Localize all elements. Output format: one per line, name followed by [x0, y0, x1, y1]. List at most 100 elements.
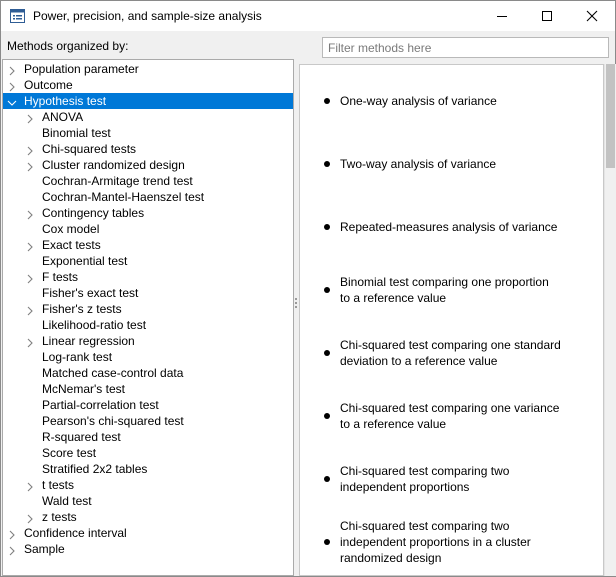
tree-item[interactable]: Likelihood-ratio test — [3, 317, 293, 333]
tree-category[interactable]: Sample — [3, 541, 293, 557]
tree-item-label: Binomial test — [42, 126, 111, 140]
method-label: Chi-squared test comparing two independen… — [340, 463, 572, 495]
tree-expander[interactable] — [25, 304, 35, 316]
tree-expander[interactable] — [25, 208, 35, 220]
tree-item[interactable]: z tests — [3, 509, 293, 525]
maximize-button[interactable] — [524, 1, 569, 31]
tree-item-label: F tests — [42, 270, 79, 284]
splitter-grip-dot — [295, 298, 297, 300]
minimize-button[interactable] — [479, 1, 524, 31]
chevron-right-icon — [27, 514, 33, 524]
tree-item[interactable]: Partial-correlation test — [3, 397, 293, 413]
method-label-line: Chi-squared test comparing two — [340, 519, 510, 533]
tree-expander[interactable] — [25, 160, 35, 172]
chevron-right-icon — [27, 242, 33, 252]
bullet-icon — [324, 98, 330, 104]
tree-item[interactable]: Cluster randomized design — [3, 157, 293, 173]
method-label-line: randomized design — [340, 551, 442, 565]
tree-item[interactable]: Contingency tables — [3, 205, 293, 221]
chevron-right-icon — [27, 274, 33, 284]
methods-organized-label: Methods organized by: — [7, 39, 129, 53]
method-label: Chi-squared test comparing one variance t… — [340, 400, 572, 432]
tree-expander[interactable] — [25, 480, 35, 492]
tree-expander[interactable] — [25, 240, 35, 252]
tree-item-label: McNemar's test — [42, 382, 125, 396]
tree-item[interactable]: Wald test — [3, 493, 293, 509]
tree-item[interactable]: Log-rank test — [3, 349, 293, 365]
bullet-icon — [324, 224, 330, 230]
tree-item[interactable]: ANOVA — [3, 109, 293, 125]
tree-expander[interactable] — [25, 144, 35, 156]
method-label-line: Repeated-measures analysis of variance — [340, 220, 558, 234]
chevron-right-icon — [27, 146, 33, 156]
method-list-item[interactable]: Chi-squared test comparing two independen… — [300, 463, 600, 495]
tree-item-label: Partial-correlation test — [42, 398, 159, 412]
tree-expander[interactable] — [25, 272, 35, 284]
tree-item[interactable]: Cox model — [3, 221, 293, 237]
tree-expander[interactable] — [7, 80, 17, 92]
tree-item-label: Hypothesis test — [24, 94, 107, 108]
method-list-item[interactable]: One-way analysis of variance — [300, 93, 600, 109]
tree-item-label: ANOVA — [42, 110, 84, 124]
method-list-item[interactable]: Chi-squared test comparing one variance t… — [300, 400, 600, 432]
tree-category[interactable]: Outcome — [3, 77, 293, 93]
bullet-icon — [324, 161, 330, 167]
tree-expander[interactable] — [25, 336, 35, 348]
title-bar[interactable]: Power, precision, and sample-size analys… — [1, 1, 615, 31]
chevron-right-icon — [9, 82, 15, 92]
tree-item[interactable]: Fisher's exact test — [3, 285, 293, 301]
tree-item-label: Outcome — [24, 78, 73, 92]
tree-item-label: z tests — [42, 510, 77, 524]
tree-category[interactable]: Hypothesis test — [3, 93, 293, 109]
tree-item[interactable]: Chi-squared tests — [3, 141, 293, 157]
method-label-line: Two-way analysis of variance — [340, 157, 497, 171]
tree-item[interactable]: Linear regression — [3, 333, 293, 349]
chevron-right-icon — [27, 338, 33, 348]
tree-expander[interactable] — [7, 96, 17, 106]
filter-methods-input[interactable] — [322, 37, 609, 58]
tree-item[interactable]: Matched case-control data — [3, 365, 293, 381]
method-list-item[interactable]: Chi-squared test comparing two independen… — [300, 518, 600, 566]
tree-item[interactable]: Cochran-Mantel-Haenszel test — [3, 189, 293, 205]
tree-category[interactable]: Confidence interval — [3, 525, 293, 541]
chevron-right-icon — [9, 66, 15, 76]
method-list-item[interactable]: Chi-squared test comparing one standard d… — [300, 337, 600, 369]
tree-item[interactable]: t tests — [3, 477, 293, 493]
method-label-line: Chi-squared test comparing one standard — [340, 338, 561, 352]
splitter-grip-dot — [295, 302, 297, 304]
bullet-icon — [324, 476, 330, 482]
method-label: Chi-squared test comparing two independen… — [340, 518, 572, 566]
method-list-item[interactable]: Binomial test comparing one proportion to… — [300, 274, 600, 306]
tree-item-label: Cochran-Armitage trend test — [42, 174, 193, 188]
tree-category[interactable]: Population parameter — [3, 61, 293, 77]
methods-list-panel: One-way analysis of variance Two-way anal… — [299, 64, 604, 576]
method-label-line: Chi-squared test comparing two — [340, 464, 510, 478]
tree-item[interactable]: Fisher's z tests — [3, 301, 293, 317]
tree-item[interactable]: Stratified 2x2 tables — [3, 461, 293, 477]
tree-item[interactable]: McNemar's test — [3, 381, 293, 397]
method-label-line: independent proportions — [340, 480, 470, 494]
tree-item-label: Stratified 2x2 tables — [42, 462, 148, 476]
tree-expander[interactable] — [7, 64, 17, 76]
tree-item[interactable]: Pearson's chi-squared test — [3, 413, 293, 429]
method-list-item[interactable]: Repeated-measures analysis of variance — [300, 219, 600, 235]
tree-item[interactable]: Exact tests — [3, 237, 293, 253]
method-list-item[interactable]: Two-way analysis of variance — [300, 156, 600, 172]
tree-item[interactable]: R-squared test — [3, 429, 293, 445]
tree-expander[interactable] — [25, 512, 35, 524]
tree-item[interactable]: Cochran-Armitage trend test — [3, 173, 293, 189]
scrollbar-thumb[interactable] — [606, 64, 615, 168]
tree-item-label: R-squared test — [42, 430, 121, 444]
methods-tree[interactable]: Population parameter Outcome Hypothesis te… — [2, 59, 294, 576]
tree-item[interactable]: Binomial test — [3, 125, 293, 141]
tree-expander[interactable] — [7, 528, 17, 540]
tree-expander[interactable] — [25, 112, 35, 124]
method-label: One-way analysis of variance — [340, 93, 572, 109]
close-button[interactable] — [569, 1, 614, 31]
tree-item[interactable]: Exponential test — [3, 253, 293, 269]
tree-item[interactable]: Score test — [3, 445, 293, 461]
tree-item[interactable]: F tests — [3, 269, 293, 285]
tree-expander[interactable] — [7, 544, 17, 556]
tree-item-label: Exact tests — [42, 238, 101, 252]
methods-scrollbar[interactable] — [604, 64, 616, 576]
